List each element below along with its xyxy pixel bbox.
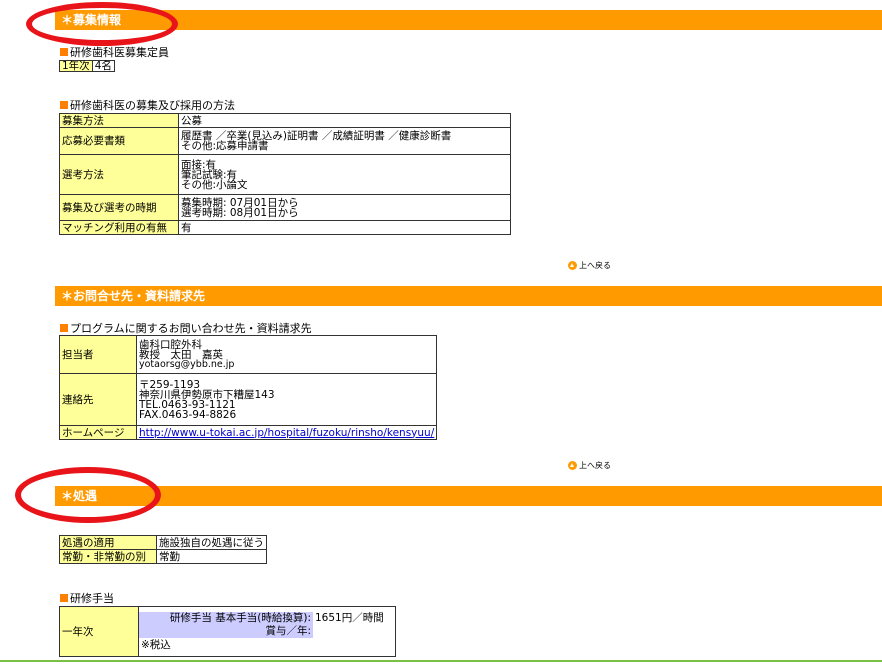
contact-value-person: 歯科口腔外科 教授 太田 嘉英 yotaorsg@ybb.ne.jp: [135, 335, 438, 374]
back-to-top-label: 上へ戻る: [579, 261, 611, 270]
method-label-recruit: 募集方法: [59, 113, 179, 128]
value-line: TEL.0463-93-1121: [139, 398, 236, 411]
method-value-matching: 有: [178, 220, 511, 235]
table-row: 募集及び選考の時期 募集時期: 07月01日から 選考時期: 08月01日から: [59, 194, 511, 221]
method-title: 研修歯科医の募集及び採用の方法: [70, 99, 235, 112]
value-line: 〒259-1193: [139, 378, 201, 391]
capacity-value: 4名: [91, 60, 115, 72]
allowance-title: 研修手当: [70, 592, 114, 605]
contact-label-address: 連絡先: [59, 373, 137, 426]
treatment-value-type: 常勤: [156, 549, 267, 564]
contact-table: 担当者 歯科口腔外科 教授 太田 嘉英 yotaorsg@ybb.ne.jp 連…: [59, 335, 438, 440]
value-line: 教授 太田 嘉英: [139, 348, 223, 361]
contact-value-homepage: http://www.u-tokai.ac.jp/hospital/fuzoku…: [135, 425, 438, 440]
back-to-top-link-2[interactable]: 上へ戻る: [568, 461, 611, 471]
contact-value-address: 〒259-1193 神奈川県伊勢原市下糟屋143 TEL.0463-93-112…: [135, 373, 438, 426]
basic-allowance-label: 研修手当 基本手当(時給換算):: [139, 611, 313, 625]
arrow-up-icon: [568, 261, 577, 270]
tax-note: ※税込: [141, 638, 171, 651]
capacity-title: 研修歯科医募集定員: [70, 46, 169, 59]
capacity-table: 1年次 4名: [59, 60, 115, 72]
method-value-documents: 履歴書 ／卒業(見込み)証明書 ／成績証明書 ／健康診断書 その他:応募申請書: [178, 127, 511, 155]
treatment-value-apply: 施設独自の処遇に従う: [156, 535, 267, 550]
allowance-subheading: 研修手当: [60, 592, 114, 605]
table-row: 募集方法 公募: [59, 113, 511, 128]
value-line: その他:応募申請書: [181, 140, 269, 152]
method-label-matching: マッチング利用の有無: [59, 220, 179, 235]
back-to-top-link-1[interactable]: 上へ戻る: [568, 261, 611, 271]
arrow-up-icon: [568, 461, 577, 470]
contact-label-person: 担当者: [59, 335, 137, 374]
value-line: 公募: [181, 114, 202, 127]
table-row: 選考方法 面接:有 筆記試験:有 その他:小論文: [59, 154, 511, 195]
square-bullet-icon: [60, 324, 68, 332]
capacity-subheading: 研修歯科医募集定員: [60, 46, 169, 59]
value-line: 歯科口腔外科: [139, 338, 202, 351]
method-label-selection: 選考方法: [59, 154, 179, 195]
treatment-table: 処遇の適用 施設独自の処遇に従う 常勤・非常勤の別 常勤: [59, 535, 267, 564]
value-line: 面接:有: [181, 158, 217, 171]
basic-allowance-value: 1651円／時間: [315, 611, 384, 624]
value-line: FAX.0463-94-8826: [139, 408, 237, 421]
table-row: 担当者 歯科口腔外科 教授 太田 嘉英 yotaorsg@ybb.ne.jp: [59, 335, 438, 374]
method-label-timing: 募集及び選考の時期: [59, 194, 179, 221]
section-header-contact: ＊お問合せ先・資料請求先: [55, 286, 882, 306]
bonus-value: [313, 625, 395, 638]
method-label-documents: 応募必要書類: [59, 127, 179, 155]
allowance-year-label: 一年次: [59, 606, 139, 657]
bonus-label: 賞与／年:: [139, 624, 313, 638]
square-bullet-icon: [60, 48, 68, 56]
value-line: その他:小論文: [181, 178, 248, 191]
value-line: 有: [181, 221, 192, 234]
method-value-selection: 面接:有 筆記試験:有 その他:小論文: [178, 154, 511, 195]
method-subheading: 研修歯科医の募集及び採用の方法: [60, 99, 235, 112]
value-line: yotaorsg@ybb.ne.jp: [139, 358, 235, 370]
capacity-label: 1年次: [59, 60, 93, 72]
value-line: 筆記試験:有: [181, 168, 238, 181]
table-row: 連絡先 〒259-1193 神奈川県伊勢原市下糟屋143 TEL.0463-93…: [59, 373, 438, 426]
value-line: 募集時期: 07月01日から: [181, 196, 299, 209]
table-row: 常勤・非常勤の別 常勤: [59, 549, 267, 564]
method-table: 募集方法 公募 応募必要書類 履歴書 ／卒業(見込み)証明書 ／成績証明書 ／健…: [59, 113, 511, 235]
square-bullet-icon: [60, 594, 68, 602]
section-header-treatment: ＊処遇: [55, 486, 882, 506]
value-line: 選考時期: 08月01日から: [181, 206, 299, 219]
allowance-detail: 研修手当 基本手当(時給換算): 1651円／時間 賞与／年: ※税込: [138, 606, 396, 657]
homepage-link[interactable]: http://www.u-tokai.ac.jp/hospital/fuzoku…: [139, 427, 434, 439]
value-line: 神奈川県伊勢原市下糟屋143: [139, 388, 275, 401]
contact-title: プログラムに関するお問い合わせ先・資料請求先: [70, 322, 312, 335]
table-row: ホームページ http://www.u-tokai.ac.jp/hospital…: [59, 425, 438, 440]
table-row: 処遇の適用 施設独自の処遇に従う: [59, 535, 267, 550]
table-row: 一年次 研修手当 基本手当(時給換算): 1651円／時間 賞与／年: ※税込: [59, 606, 396, 657]
table-row: マッチング利用の有無 有: [59, 220, 511, 235]
section-header-recruit: ＊募集情報: [55, 10, 882, 30]
treatment-label-type: 常勤・非常勤の別: [59, 549, 157, 564]
method-value-recruit: 公募: [178, 113, 511, 128]
table-row: 応募必要書類 履歴書 ／卒業(見込み)証明書 ／成績証明書 ／健康診断書 その他…: [59, 127, 511, 155]
contact-label-homepage: ホームページ: [59, 425, 137, 440]
table-row: 1年次 4名: [59, 60, 115, 72]
contact-subheading: プログラムに関するお問い合わせ先・資料請求先: [60, 322, 312, 335]
allowance-table: 一年次 研修手当 基本手当(時給換算): 1651円／時間 賞与／年: ※税込: [59, 606, 396, 657]
method-value-timing: 募集時期: 07月01日から 選考時期: 08月01日から: [178, 194, 511, 221]
footer-divider: [0, 660, 882, 662]
back-to-top-label: 上へ戻る: [579, 461, 611, 470]
treatment-label-apply: 処遇の適用: [59, 535, 157, 550]
square-bullet-icon: [60, 101, 68, 109]
